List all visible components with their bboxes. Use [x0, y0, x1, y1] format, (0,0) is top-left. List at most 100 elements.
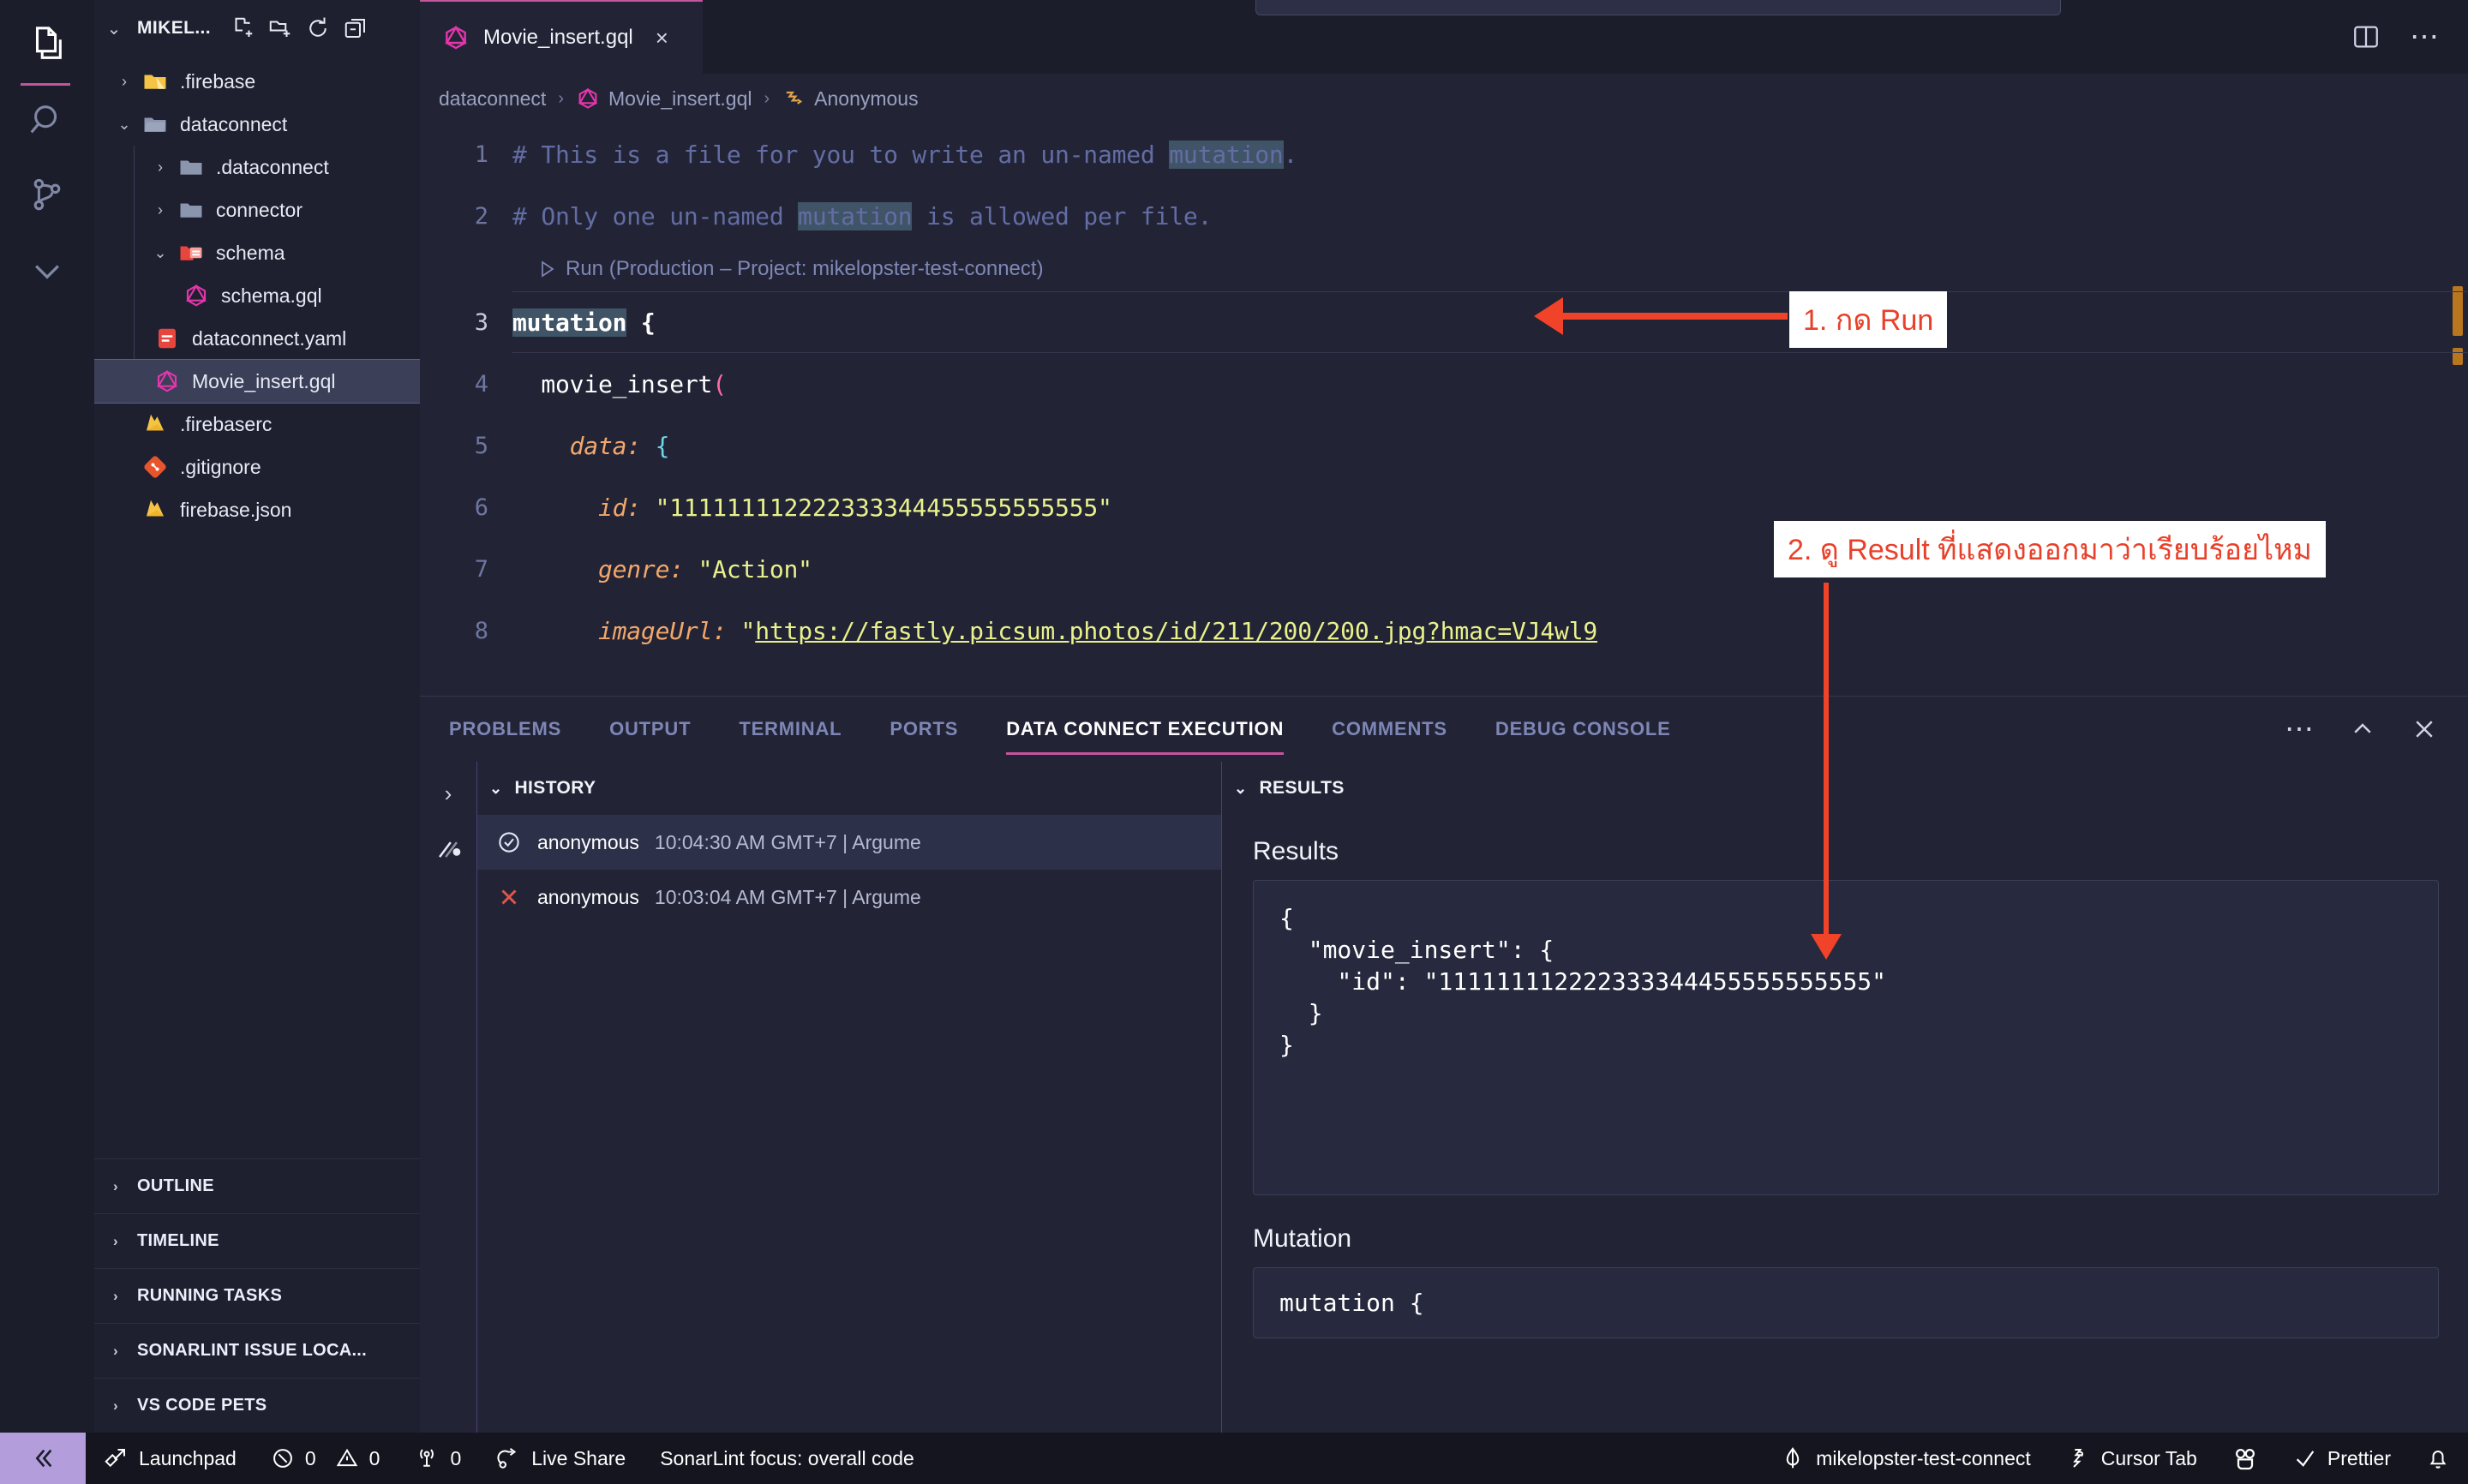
tree-item-label: .dataconnect — [216, 155, 329, 178]
panel-actions: ⋯ — [2285, 715, 2468, 744]
status-prettier[interactable]: Prettier — [2276, 1446, 2408, 1470]
sidebar-section-outline[interactable]: › OUTLINE — [94, 1158, 420, 1213]
close-icon[interactable]: × — [656, 25, 668, 51]
tree-item-label: .firebase — [180, 69, 256, 93]
error-x-icon — [496, 884, 522, 910]
firebase-dataconnect-icon[interactable] — [434, 836, 463, 865]
folder-firebase-icon — [139, 69, 171, 94]
warning-count: 0 — [368, 1446, 380, 1469]
status-live-share[interactable]: Live Share — [478, 1445, 643, 1471]
anonymous-symbol-icon — [782, 87, 806, 111]
status-launchpad[interactable]: Launchpad — [86, 1445, 254, 1471]
tree-item-dot-dataconnect-folder[interactable]: › .dataconnect — [94, 146, 420, 188]
editor-tab-movie-insert-gql[interactable]: Movie_insert.gql × — [420, 0, 703, 74]
tree-item-dataconnect-folder[interactable]: ⌄ dataconnect — [94, 103, 420, 146]
status-notifications[interactable] — [2408, 1445, 2468, 1471]
explorer-actions — [230, 15, 368, 41]
codelens-label: Run (Production – Project: mikelopster-t… — [566, 257, 1044, 280]
chevron-right-icon: › — [113, 1397, 118, 1414]
status-firebase-project[interactable]: mikelopster-test-connect — [1763, 1445, 2048, 1471]
results-label: Results — [1253, 837, 1339, 865]
editor-tab-actions: ⋯ — [2351, 0, 2468, 74]
chevron-right-icon[interactable]: › — [445, 781, 452, 807]
tree-item-firebaserc-file[interactable]: .firebaserc — [94, 403, 420, 446]
breadcrumb-label: dataconnect — [439, 87, 547, 110]
status-sonarlint[interactable]: SonarLint focus: overall code — [643, 1447, 931, 1470]
more-actions-icon[interactable]: ⋯ — [2285, 715, 2314, 744]
success-check-icon — [496, 829, 522, 855]
chevron-down-icon: ⌄ — [153, 243, 167, 261]
tree-item-schema-folder[interactable]: ⌄ schema — [94, 231, 420, 274]
codelens-run[interactable]: Run (Production – Project: mikelopster-t… — [420, 247, 2468, 291]
sidebar-section-timeline[interactable]: › TIMELINE — [94, 1213, 420, 1268]
tree-item-dataconnect-yaml-file[interactable]: dataconnect.yaml — [94, 317, 420, 360]
new-folder-icon[interactable] — [267, 15, 293, 41]
tab-debug-console[interactable]: DEBUG CONSOLE — [1495, 697, 1671, 762]
sidebar-section-label: TIMELINE — [137, 1231, 219, 1250]
tree-item-movie-insert-gql-file[interactable]: Movie_insert.gql — [94, 359, 420, 404]
explorer-sidebar: ⌄ MIKEL... › .firebase ⌄ dataconnect › .… — [94, 0, 420, 1433]
breadcrumb: dataconnect › Movie_insert.gql › Anonymo… — [420, 74, 2468, 123]
chevron-right-icon: › — [113, 1342, 118, 1359]
status-cursor-tab[interactable]: Cursor Tab — [2048, 1445, 2214, 1471]
tab-ports[interactable]: PORTS — [890, 697, 958, 762]
sidebar-section-vs-code-pets[interactable]: › VS CODE PETS — [94, 1378, 420, 1433]
command-palette-input[interactable] — [1255, 0, 2061, 15]
tree-item-label: firebase.json — [180, 498, 292, 521]
tab-data-connect-execution[interactable]: DATA CONNECT EXECUTION — [1006, 697, 1285, 762]
more-actions-icon[interactable]: ⋯ — [2410, 22, 2439, 51]
chevron-down-icon: ⌄ — [106, 19, 122, 39]
breadcrumb-label: Anonymous — [814, 87, 919, 110]
collapse-all-icon[interactable] — [343, 15, 368, 41]
code-editor[interactable]: 1 # This is a file for you to write an u… — [420, 123, 2468, 696]
activity-item-source-control[interactable] — [5, 158, 89, 233]
tab-problems[interactable]: PROBLEMS — [449, 697, 561, 762]
breadcrumb-item-movie-insert-gql[interactable]: Movie_insert.gql — [576, 87, 752, 111]
panel-tab-label: PROBLEMS — [449, 718, 562, 739]
history-panel: ⌄ HISTORY anonymous 10:04:30 AM GMT+7 | … — [476, 762, 1222, 1433]
annotation-arrow-head-1 — [1534, 297, 1563, 335]
tree-item-schema-gql-file[interactable]: schema.gql — [94, 274, 420, 317]
split-editor-icon[interactable] — [2351, 22, 2381, 51]
results-json: { "movie_insert": { "id": "1111111122223… — [1253, 880, 2439, 1195]
status-label: SonarLint focus: overall code — [660, 1446, 914, 1469]
status-pets[interactable] — [2214, 1445, 2276, 1472]
panel-tab-label: OUTPUT — [609, 718, 692, 739]
tab-terminal[interactable]: TERMINAL — [739, 697, 842, 762]
tab-comments[interactable]: COMMENTS — [1332, 697, 1447, 762]
history-header[interactable]: ⌄ HISTORY — [477, 762, 1221, 815]
status-label: 0 — [450, 1446, 462, 1469]
tree-item-firebase-folder[interactable]: › .firebase — [94, 60, 420, 103]
close-panel-icon[interactable] — [2411, 716, 2437, 742]
history-meta: 10:03:04 AM GMT+7 | Argume — [654, 885, 921, 908]
results-header[interactable]: ⌄ RESULTS — [1222, 762, 2468, 815]
maximize-panel-icon[interactable] — [2350, 716, 2375, 742]
tab-output[interactable]: OUTPUT — [609, 697, 691, 762]
breadcrumb-item-dataconnect[interactable]: dataconnect — [439, 87, 546, 111]
status-bar: Launchpad 0 0 0 Live Share SonarLint foc… — [0, 1433, 2468, 1484]
activity-item-more-views[interactable] — [5, 233, 89, 308]
status-ports[interactable]: 0 — [397, 1445, 478, 1471]
tree-item-firebase-json-file[interactable]: firebase.json — [94, 488, 420, 531]
sidebar-section-running-tasks[interactable]: › RUNNING TASKS — [94, 1268, 420, 1323]
tree-item-gitignore-file[interactable]: .gitignore — [94, 446, 420, 488]
line-number: 4 — [474, 370, 488, 398]
activity-item-explorer[interactable] — [5, 7, 89, 86]
activity-item-search[interactable] — [5, 82, 89, 158]
yaml-icon — [151, 326, 183, 351]
remote-window-icon[interactable] — [0, 1433, 86, 1484]
annotation-arrow-line-1 — [1561, 313, 1788, 320]
folder-open-icon — [139, 111, 171, 137]
breadcrumb-item-anonymous[interactable]: Anonymous — [782, 87, 919, 111]
new-file-icon[interactable] — [230, 15, 255, 41]
status-problems[interactable]: 0 0 — [254, 1446, 398, 1470]
line-number: 2 — [474, 202, 488, 230]
refresh-icon[interactable] — [305, 15, 331, 41]
sidebar-section-sonarlint-issue-location[interactable]: › SONARLINT ISSUE LOCA... — [94, 1323, 420, 1378]
history-row[interactable]: anonymous 10:04:30 AM GMT+7 | Argume — [477, 815, 1221, 870]
radio-tower-icon — [414, 1445, 440, 1471]
explorer-header[interactable]: ⌄ MIKEL... — [94, 0, 420, 57]
tree-item-connector-folder[interactable]: › connector — [94, 188, 420, 231]
top-region: ⌄ MIKEL... › .firebase ⌄ dataconnect › .… — [0, 0, 2468, 1433]
history-row[interactable]: anonymous 10:03:04 AM GMT+7 | Argume — [477, 870, 1221, 925]
